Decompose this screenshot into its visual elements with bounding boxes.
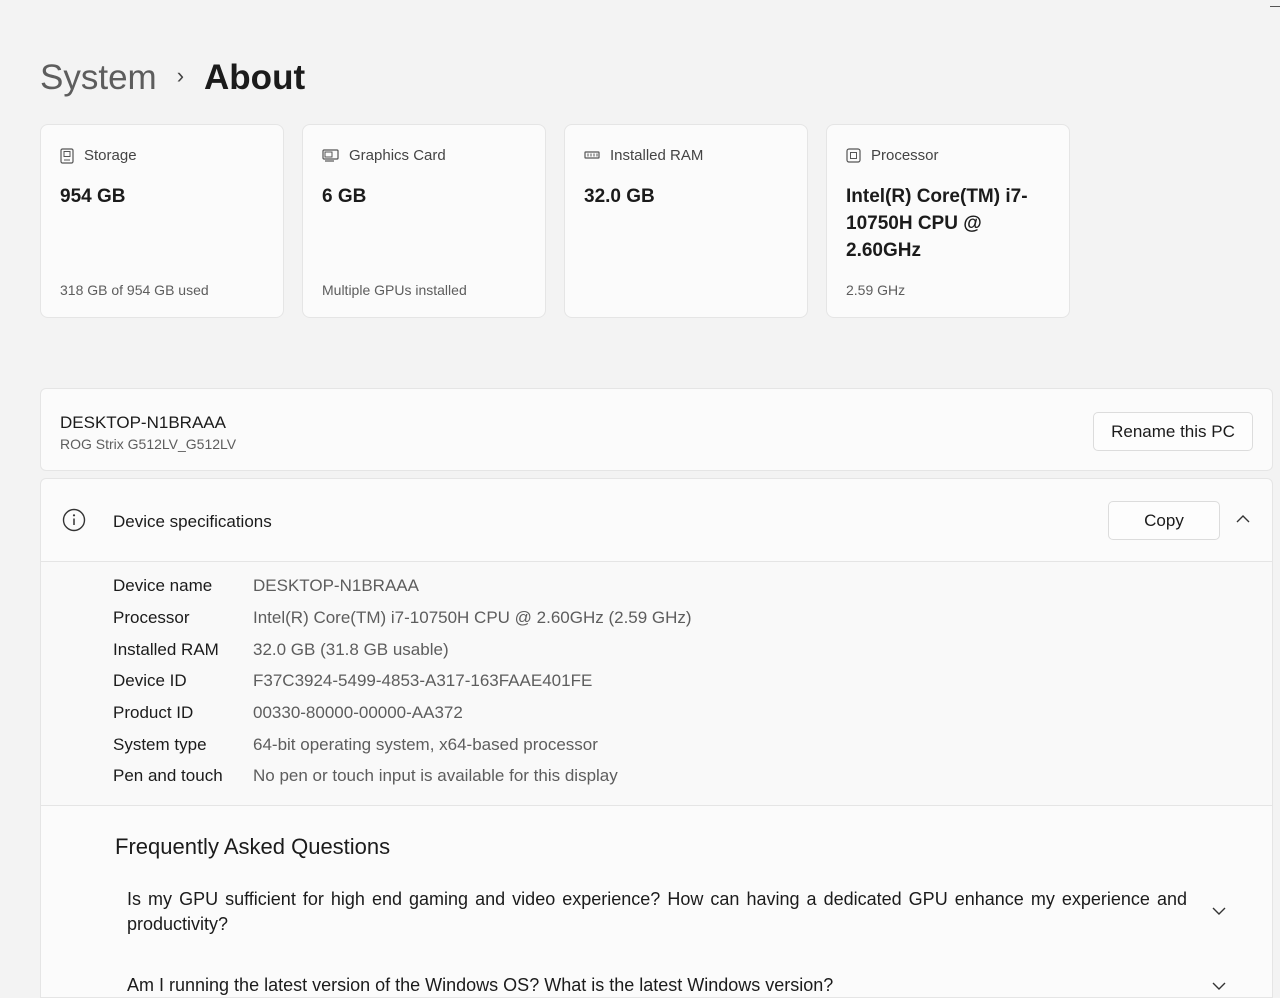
card-title: Storage — [84, 147, 137, 164]
chevron-up-icon[interactable] — [1235, 511, 1251, 527]
spec-value: DESKTOP-N1BRAAA — [253, 576, 419, 595]
breadcrumb: System › About — [40, 58, 305, 98]
card-header: Processor — [846, 147, 939, 164]
spec-label: Installed RAM — [113, 640, 219, 659]
breadcrumb-separator: › — [176, 63, 185, 88]
spec-row-system-type: System type 64-bit operating system, x64… — [113, 735, 598, 759]
card-header: Storage — [60, 147, 137, 164]
device-specifications-panel: Device specifications Copy Device name D… — [40, 478, 1273, 998]
graphics-card-icon — [322, 149, 339, 162]
pc-name-row: DESKTOP-N1BRAAA ROG Strix G512LV_G512LV … — [40, 388, 1273, 471]
spec-label: Product ID — [113, 703, 194, 722]
card-title: Graphics Card — [349, 147, 446, 164]
faq-question-windows-version[interactable]: Am I running the latest version of the W… — [127, 973, 1187, 997]
spec-value: F37C3924-5499-4853-A317-163FAAE401FE — [253, 671, 593, 690]
card-subtext: 318 GB of 954 GB used — [60, 282, 209, 298]
spec-label: Pen and touch — [113, 766, 223, 785]
spec-row-installed-ram: Installed RAM 32.0 GB (31.8 GB usable) — [113, 640, 449, 664]
card-value: 6 GB — [322, 186, 367, 207]
card-header: Installed RAM — [584, 147, 703, 164]
spec-label: Device ID — [113, 671, 187, 690]
card-header: Graphics Card — [322, 147, 446, 164]
spec-row-processor: Processor Intel(R) Core(TM) i7-10750H CP… — [113, 608, 692, 632]
rename-pc-button[interactable]: Rename this PC — [1093, 412, 1253, 451]
card-value: 954 GB — [60, 186, 126, 207]
window-edge-line — [1270, 6, 1280, 7]
device-specifications-list: Device name DESKTOP-N1BRAAA Processor In… — [41, 562, 1272, 806]
faq-question-gpu[interactable]: Is my GPU sufficient for high end gaming… — [127, 887, 1187, 937]
spec-label: Processor — [113, 608, 190, 627]
page-title: About — [204, 58, 306, 97]
card-title: Installed RAM — [610, 147, 704, 164]
processor-icon — [846, 148, 861, 163]
card-title: Processor — [871, 147, 939, 164]
installed-ram-card: Installed RAM 32.0 GB — [564, 124, 808, 318]
faq-title: Frequently Asked Questions — [115, 834, 391, 859]
chevron-down-icon[interactable] — [1211, 903, 1227, 919]
info-icon — [62, 508, 86, 532]
storage-icon — [60, 147, 74, 164]
card-value: Intel(R) Core(TM) i7-10750H CPU @ 2.60GH… — [846, 186, 1028, 261]
spec-value: 32.0 GB (31.8 GB usable) — [253, 640, 449, 659]
card-subtext: 2.59 GHz — [846, 282, 906, 298]
spec-value: 00330-80000-00000-AA372 — [253, 703, 463, 722]
copy-button[interactable]: Copy — [1108, 501, 1220, 540]
spec-row-product-id: Product ID 00330-80000-00000-AA372 — [113, 703, 463, 727]
spec-row-device-name: Device name DESKTOP-N1BRAAA — [113, 576, 419, 600]
graphics-card-card: Graphics Card 6 GB Multiple GPUs install… — [302, 124, 546, 318]
processor-card: Processor Intel(R) Core(TM) i7-10750H CP… — [826, 124, 1070, 318]
ram-icon — [584, 151, 600, 159]
storage-card: Storage 954 GB 318 GB of 954 GB used — [40, 124, 284, 318]
card-subtext: Multiple GPUs installed — [322, 282, 467, 298]
spec-label: Device name — [113, 576, 213, 595]
device-specifications-header[interactable]: Device specifications Copy — [41, 479, 1272, 562]
spec-value: Intel(R) Core(TM) i7-10750H CPU @ 2.60GH… — [253, 608, 692, 627]
spec-row-device-id: Device ID F37C3924-5499-4853-A317-163FAA… — [113, 671, 592, 695]
spec-value: 64-bit operating system, x64-based proce… — [253, 735, 598, 754]
device-specifications-title: Device specifications — [113, 512, 272, 531]
spec-row-pen-and-touch: Pen and touch No pen or touch input is a… — [113, 766, 618, 790]
spec-label: System type — [113, 735, 207, 754]
card-value: 32.0 GB — [584, 186, 655, 207]
breadcrumb-system[interactable]: System — [40, 58, 157, 98]
spec-value: No pen or touch input is available for t… — [253, 766, 618, 785]
pc-name: DESKTOP-N1BRAAA — [60, 413, 226, 432]
pc-model: ROG Strix G512LV_G512LV — [60, 436, 237, 452]
